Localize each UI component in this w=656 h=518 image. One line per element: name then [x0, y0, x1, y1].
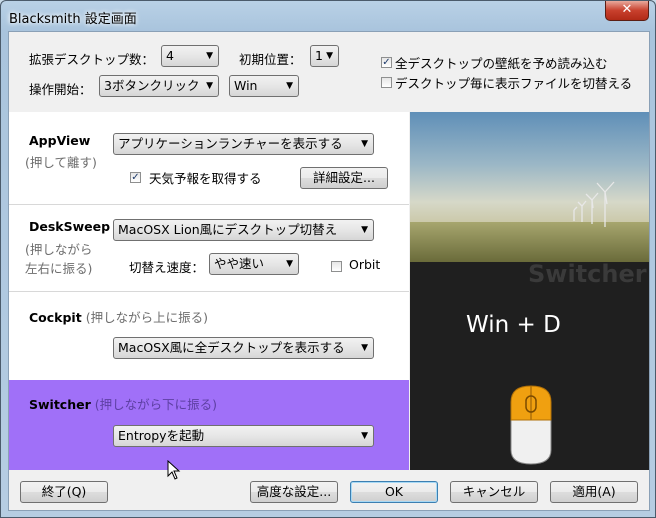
ok-button[interactable]: OK: [350, 481, 438, 503]
weather-checkbox[interactable]: ✓: [130, 172, 141, 183]
desksweep-action-value: MacOSX Lion風にデスクトップ切替え: [118, 222, 338, 237]
cockpit-sub: (押しながら上に振る): [85, 310, 208, 325]
appview-sub: (押して離す): [25, 155, 97, 170]
speed-label: 切替え速度：: [129, 260, 205, 275]
window-title: Blacksmith 設定画面: [9, 12, 137, 27]
chevron-down-icon: ▼: [361, 139, 368, 149]
desktops-value: 4: [166, 48, 174, 63]
desksweep-panel: DeskSweep (押しながら 左右に振る) MacOSX Lion風にデスク…: [9, 205, 409, 291]
chevron-down-icon: ▼: [361, 343, 368, 353]
orbit-checkbox[interactable]: [331, 261, 342, 272]
modifier-key-value: Win: [234, 78, 258, 93]
speed-value: やや速い: [214, 256, 265, 271]
desktops-label: 拡張デスクトップ数：: [29, 52, 155, 67]
chevron-down-icon: ▼: [326, 51, 333, 61]
mouse-cursor-icon: [167, 460, 181, 480]
chevron-down-icon: ▼: [206, 81, 213, 91]
desksweep-sub-line2: 左右に振る): [25, 261, 93, 276]
switcher-panel[interactable]: Switcher (押しながら下に振る) Entropyを起動 ▼: [9, 380, 409, 480]
desktops-select[interactable]: 4 ▼: [161, 45, 219, 67]
switcher-sub: (押しながら下に振る): [94, 397, 218, 412]
operation-start-select[interactable]: 3ボタンクリック ▼: [99, 75, 219, 97]
chevron-down-icon: ▼: [286, 81, 293, 91]
initial-position-select[interactable]: 1 ▼: [310, 45, 339, 67]
preview-pane: Switcher Win + D: [410, 112, 649, 470]
switch-files-checkbox[interactable]: [381, 77, 392, 88]
desksweep-action-select[interactable]: MacOSX Lion風にデスクトップ切替え ▼: [113, 219, 374, 241]
chevron-down-icon: ▼: [361, 225, 368, 235]
weather-label: 天気予報を取得する: [149, 171, 262, 186]
operation-start-value: 3ボタンクリック: [104, 78, 200, 93]
orbit-label: Orbit: [349, 257, 381, 272]
switcher-heading: Switcher (押しながら下に振る): [29, 394, 217, 413]
wind-turbine-icons: [573, 181, 615, 227]
initial-position-label: 初期位置：: [239, 52, 302, 67]
switcher-action-select[interactable]: Entropyを起動 ▼: [113, 425, 374, 447]
mouse-icon: [510, 385, 552, 465]
preview-title: Switcher: [528, 260, 647, 288]
detail-settings-button[interactable]: 詳細設定...: [300, 167, 388, 189]
settings-window: Blacksmith 設定画面 ✕ 拡張デスクトップ数： 4 ▼ 初期位置： 1 ▼…: [0, 0, 656, 518]
appview-action-value: アプリケーションランチャーを表示する: [118, 136, 343, 151]
close-icon: ✕: [621, 2, 633, 17]
appview-panel: AppView (押して離す) アプリケーションランチャーを表示する ▼ ✓ 天気…: [9, 112, 409, 204]
chevron-down-icon: ▼: [286, 259, 293, 269]
apply-button[interactable]: 適用(A): [550, 481, 638, 503]
desksweep-sub-line1: (押しながら: [25, 242, 93, 257]
preload-wallpaper-label: 全デスクトップの壁紙を予め読み込む: [395, 56, 608, 71]
desksweep-name: DeskSweep: [29, 219, 111, 234]
cancel-button[interactable]: キャンセル: [450, 481, 538, 503]
title-bar[interactable]: Blacksmith 設定画面 ✕: [1, 1, 655, 31]
appview-action-select[interactable]: アプリケーションランチャーを表示する ▼: [113, 133, 374, 155]
cockpit-name: Cockpit: [29, 310, 82, 325]
cockpit-action-value: MacOSX風に全デスクトップを表示する: [118, 340, 345, 355]
modifier-key-select[interactable]: Win ▼: [229, 75, 299, 97]
speed-select[interactable]: やや速い ▼: [209, 253, 299, 275]
preview-keys: Win + D: [466, 312, 561, 338]
cockpit-heading: Cockpit (押しながら上に振る): [29, 307, 208, 326]
chevron-down-icon: ▼: [361, 431, 368, 441]
initial-position-value: 1: [315, 48, 323, 63]
appview-name: AppView: [29, 133, 91, 148]
operation-start-label: 操作開始：: [29, 82, 92, 97]
close-button[interactable]: ✕: [605, 1, 649, 21]
advanced-settings-button[interactable]: 高度な設定...: [250, 481, 338, 503]
chevron-down-icon: ▼: [206, 51, 213, 61]
cockpit-action-select[interactable]: MacOSX風に全デスクトップを表示する ▼: [113, 337, 374, 359]
preload-wallpaper-checkbox[interactable]: ✓: [381, 57, 392, 68]
switcher-name: Switcher: [29, 397, 91, 412]
client-area: 拡張デスクトップ数： 4 ▼ 初期位置： 1 ▼ ✓ 全デスクトップの壁紙を予め読み…: [8, 31, 650, 511]
switch-files-label: デスクトップ毎に表示ファイルを切替える: [395, 76, 633, 91]
quit-button[interactable]: 終了(Q): [20, 481, 108, 503]
switcher-action-value: Entropyを起動: [118, 428, 205, 443]
cockpit-panel: Cockpit (押しながら上に振る) MacOSX風に全デスクトップを表示する…: [9, 292, 409, 380]
